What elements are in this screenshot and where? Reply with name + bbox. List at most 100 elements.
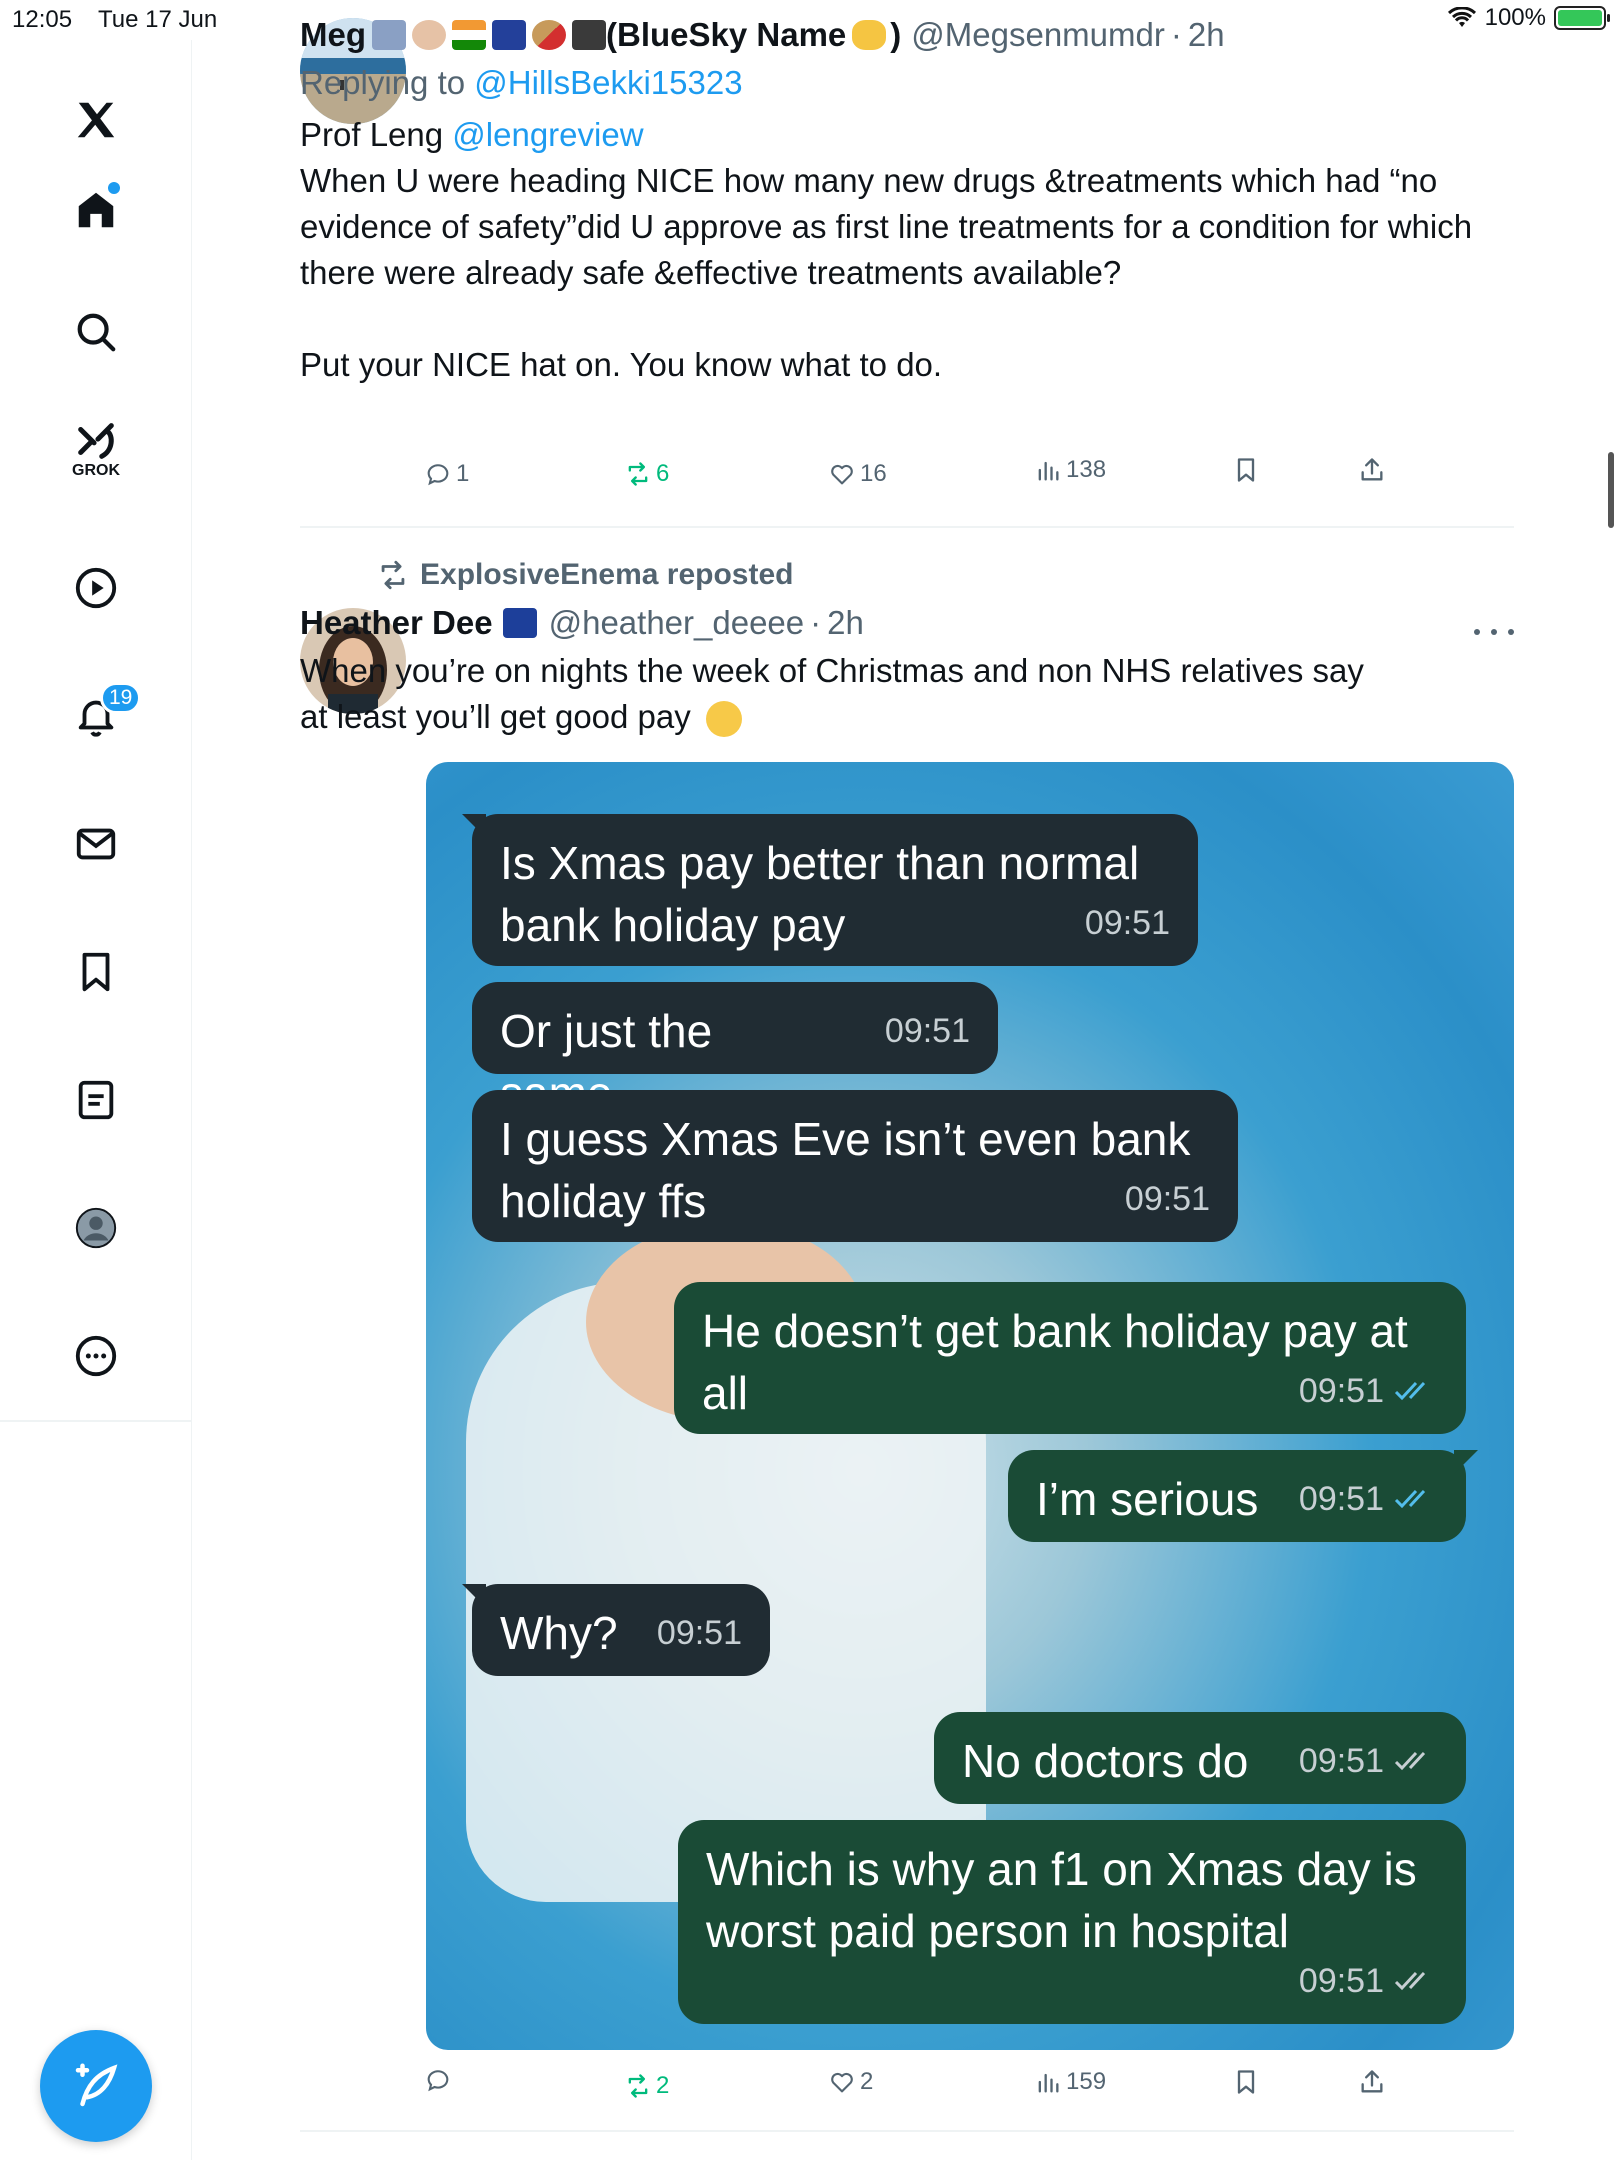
tweet1-reply-count: 1 bbox=[456, 460, 470, 487]
bookmark-icon bbox=[1237, 2070, 1255, 2094]
tweet1-repost-count: 6 bbox=[656, 460, 670, 487]
repost-icon bbox=[381, 560, 405, 590]
bookmark-icon bbox=[1237, 458, 1255, 482]
bubble-tail bbox=[462, 814, 486, 838]
chat-time-text: 09:51 bbox=[1124, 1180, 1210, 1218]
messages-envelope-icon[interactable] bbox=[66, 814, 126, 874]
tweet2-handle[interactable]: @heather_deeee bbox=[549, 604, 805, 642]
home-icon[interactable] bbox=[66, 180, 126, 240]
profile-avatar-icon[interactable] bbox=[66, 1198, 126, 1258]
repost-icon bbox=[628, 2074, 648, 2098]
chat-message-out: Which is why an f1 on Xmas day is worst … bbox=[678, 1820, 1466, 2024]
bookmarks-icon[interactable] bbox=[66, 942, 126, 1002]
timeline-scrollbar[interactable] bbox=[1608, 452, 1614, 528]
chat-message-text: I guess Xmas Eve isn’t even bank holiday… bbox=[500, 1113, 1191, 1227]
tweet2-bookmark-button[interactable] bbox=[1232, 2068, 1260, 2096]
more-options-icon[interactable] bbox=[66, 1326, 126, 1386]
heart-icon bbox=[831, 2072, 853, 2093]
chat-message-time: 09:51 bbox=[1085, 892, 1170, 954]
chat-time-text: 09:51 bbox=[1084, 904, 1170, 942]
tweet2-repost-button[interactable]: 2 bbox=[624, 2072, 669, 2100]
tweet2-reply-button[interactable] bbox=[424, 2066, 456, 2094]
read-ticks-icon bbox=[1394, 1751, 1426, 1771]
replying-handle-link[interactable]: @HillsBekki15323 bbox=[474, 64, 742, 101]
tweet2-display-name[interactable]: Heather Dee bbox=[300, 604, 493, 642]
chat-time-text: 09:51 bbox=[1298, 1742, 1384, 1780]
tweet2-more-button[interactable] bbox=[1474, 622, 1514, 642]
tweet1-reply-button[interactable]: 1 bbox=[424, 460, 469, 488]
melting-face-emoji-icon bbox=[705, 701, 742, 738]
tweet1-text-prefix: Prof Leng bbox=[300, 116, 453, 153]
tweet1-repost-button[interactable]: 6 bbox=[624, 460, 669, 488]
repost-icon bbox=[628, 462, 648, 486]
tweet1-display-name[interactable]: Meg bbox=[300, 16, 366, 54]
chat-message-text: Which is why an f1 on Xmas day is worst … bbox=[706, 1843, 1417, 1957]
chat-message-in: Is Xmas pay better than normal bank holi… bbox=[462, 814, 1198, 966]
tweet2-time[interactable]: 2h bbox=[827, 604, 864, 642]
notifications-bell-icon[interactable]: 19 bbox=[66, 682, 142, 746]
grok-icon[interactable]: GROK bbox=[66, 418, 126, 479]
chat-message-text: I’m serious bbox=[1036, 1473, 1259, 1525]
battery-icon bbox=[1554, 6, 1610, 30]
heart-icon bbox=[831, 464, 853, 485]
tweet2-repost-indicator[interactable]: ExplosiveEnema reposted bbox=[376, 558, 793, 592]
tweet2-views-count: 159 bbox=[1066, 2068, 1107, 2095]
reply-icon bbox=[427, 464, 449, 486]
chat-message-in: I guess Xmas Eve isn’t even bank holiday… bbox=[472, 1090, 1238, 1242]
tweet2-share-button[interactable] bbox=[1358, 2068, 1386, 2096]
chat-message-time: 09:51 bbox=[657, 1602, 742, 1664]
tweet1-views-button[interactable]: 138 bbox=[1034, 456, 1106, 484]
chat-message-text: Why? bbox=[500, 1607, 618, 1659]
tweet1-name-suffix: (BlueSky Name bbox=[606, 16, 847, 53]
compose-feather-icon bbox=[75, 2063, 118, 2107]
search-icon[interactable] bbox=[66, 302, 126, 362]
tweet1-time[interactable]: 2h bbox=[1188, 16, 1225, 54]
cricket-emoji-icon bbox=[532, 20, 566, 50]
tweet2-meta-dot: · bbox=[810, 604, 822, 641]
video-play-icon[interactable] bbox=[66, 558, 126, 618]
pointing-down-emoji-icon bbox=[852, 20, 887, 50]
status-time: 12:05 bbox=[12, 6, 73, 33]
tweet2-header: Heather Dee @heather_deeee · 2h bbox=[300, 600, 1514, 646]
tweet1-bookmark-button[interactable] bbox=[1232, 456, 1260, 484]
chat-time-text: 09:51 bbox=[1298, 1480, 1384, 1518]
lists-icon[interactable] bbox=[66, 1070, 126, 1130]
chat-message-text: Is Xmas pay better than normal bank holi… bbox=[500, 837, 1140, 951]
doctor-emoji-icon bbox=[412, 20, 446, 50]
tweet-divider bbox=[300, 526, 1514, 528]
eu-flag-icon bbox=[502, 608, 537, 638]
status-date: Tue 17 Jun bbox=[98, 6, 218, 33]
chat-message-time: 09:51 bbox=[1299, 1468, 1438, 1530]
x-logo-icon[interactable] bbox=[66, 90, 126, 150]
tweet1-header: Meg (BlueSky Name ) @Megsenmumdr · 2h bbox=[300, 12, 1514, 58]
compose-post-button[interactable] bbox=[40, 2030, 152, 2142]
tweet2-text: When you’re on nights the week of Christ… bbox=[300, 648, 1380, 740]
chat-message-text: No doctors do bbox=[962, 1735, 1249, 1787]
camera-emoji-icon bbox=[572, 20, 606, 50]
tweet-divider bbox=[300, 2130, 1514, 2132]
chat-message-time: 09:51 bbox=[1299, 1730, 1438, 1792]
bubble-tail bbox=[1454, 1450, 1478, 1474]
chat-message-time: 09:51 bbox=[1125, 1168, 1210, 1230]
chat-message-time: 09:51 bbox=[885, 1000, 970, 1062]
tweet1-share-button[interactable] bbox=[1358, 456, 1386, 484]
tweet1-replying-to: Replying to @HillsBekki15323 bbox=[300, 64, 1514, 102]
tweet2-media-image[interactable]: Is Xmas pay better than normal bank holi… bbox=[426, 762, 1514, 2050]
tweet2-like-button[interactable]: 2 bbox=[828, 2068, 873, 2096]
chat-message-in: Or just the same09:51 bbox=[472, 982, 998, 1119]
nav-divider bbox=[0, 1420, 192, 1422]
tweet1-mention-link[interactable]: @lengreview bbox=[452, 116, 643, 153]
chat-message-time: 09:51 bbox=[1299, 1950, 1438, 2012]
chat-message-out: I’m serious 09:51 bbox=[1008, 1450, 1478, 1542]
share-icon bbox=[1361, 2070, 1383, 2093]
chat-time-text: 09:51 bbox=[1298, 1372, 1384, 1410]
tweet1[interactable]: Meg (BlueSky Name ) @Megsenmumdr · 2h Re… bbox=[300, 12, 1514, 388]
read-ticks-icon bbox=[1394, 1381, 1426, 1401]
chat-message-out: He doesn’t get bank holiday pay at all 09… bbox=[674, 1282, 1466, 1434]
tweet2[interactable]: Heather Dee @heather_deeee · 2h When you… bbox=[300, 600, 1514, 740]
left-navigation: GROK 19 bbox=[0, 40, 192, 2160]
tweet1-like-button[interactable]: 16 bbox=[828, 460, 887, 488]
notifications-badge: 19 bbox=[100, 682, 142, 714]
tweet2-views-button[interactable]: 159 bbox=[1034, 2068, 1106, 2096]
tweet1-handle[interactable]: @Megsenmumdr bbox=[911, 16, 1165, 54]
